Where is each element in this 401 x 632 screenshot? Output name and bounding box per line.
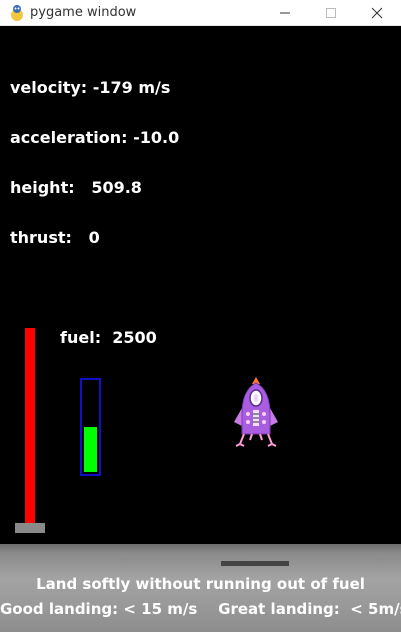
landing-pad <box>221 561 289 566</box>
fuel-gauge-fill <box>84 427 97 472</box>
fuel-readout: fuel: 2500 <box>60 328 157 347</box>
minimize-icon <box>280 12 290 14</box>
acceleration-readout: acceleration: -10.0 <box>10 128 180 147</box>
window-title-bar: pygame window <box>0 0 401 26</box>
height-indicator-base <box>15 523 45 533</box>
velocity-readout: velocity: -179 m/s <box>10 78 171 97</box>
rocket-lander <box>234 377 278 447</box>
pygame-snake-icon <box>11 5 23 21</box>
window-title: pygame window <box>30 5 137 20</box>
minimize-button[interactable] <box>262 0 308 26</box>
maximize-button[interactable] <box>308 0 354 26</box>
landing-criteria-message: Good landing: < 15 m/s Great landing: < … <box>0 600 401 618</box>
instruction-message: Land softly without running out of fuel <box>36 575 365 593</box>
maximize-icon <box>326 8 336 18</box>
height-indicator-bar <box>25 328 35 524</box>
game-canvas[interactable]: velocity: -179 m/s acceleration: -10.0 h… <box>0 26 401 632</box>
close-button[interactable] <box>354 0 400 26</box>
thrust-readout: thrust: 0 <box>10 228 100 247</box>
close-icon <box>371 7 383 19</box>
height-readout: height: 509.8 <box>10 178 142 197</box>
fuel-gauge <box>80 378 101 476</box>
